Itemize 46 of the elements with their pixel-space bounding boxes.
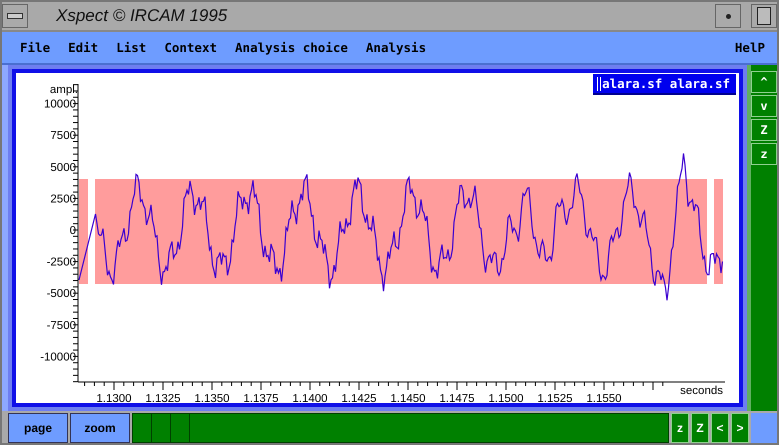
menu-item[interactable]: File bbox=[20, 40, 50, 55]
x-tick-label: 1.1475 bbox=[439, 393, 475, 403]
side-button[interactable]: v bbox=[751, 95, 777, 117]
y-tick-label: 7500 bbox=[50, 130, 76, 142]
x-tick-label: 1.1400 bbox=[292, 393, 328, 403]
text-cursor-icon bbox=[597, 76, 602, 90]
nav-button[interactable]: > bbox=[731, 413, 749, 443]
mode-button[interactable]: page bbox=[8, 413, 68, 443]
corner-panel bbox=[751, 413, 777, 443]
y-tick-label: -7500 bbox=[46, 320, 76, 332]
side-button[interactable]: ^ bbox=[751, 71, 777, 93]
file-name-field[interactable]: alara.sf alara.sf bbox=[593, 74, 736, 95]
y-tick-label: -10000 bbox=[40, 351, 76, 364]
menu-item[interactable]: Edit bbox=[68, 40, 98, 55]
side-button[interactable]: Z bbox=[751, 119, 777, 141]
maximize-button[interactable] bbox=[751, 4, 777, 28]
help-menu[interactable]: HelP bbox=[734, 40, 765, 55]
y-tick-label: 5000 bbox=[50, 162, 76, 174]
y-tick-label: 10000 bbox=[44, 98, 76, 111]
nav-button[interactable]: Z bbox=[691, 413, 709, 443]
menu-item[interactable]: List bbox=[116, 40, 146, 55]
y-axis-label: ampl. bbox=[50, 84, 78, 96]
x-axis-label: seconds bbox=[680, 385, 723, 397]
x-tick-label: 1.1375 bbox=[243, 393, 279, 403]
x-tick-label: 1.1525 bbox=[537, 393, 573, 403]
menu-item[interactable]: Analysis bbox=[366, 40, 426, 55]
scroll-bar[interactable] bbox=[132, 413, 669, 443]
menu-item[interactable]: Context bbox=[164, 40, 218, 55]
minimize-button[interactable] bbox=[715, 4, 741, 28]
x-tick-label: 1.1500 bbox=[488, 393, 524, 403]
nav-button[interactable]: z bbox=[671, 413, 689, 443]
x-tick-label: 1.1550 bbox=[586, 393, 622, 403]
y-tick-label: 2500 bbox=[50, 193, 76, 206]
window-title: Xspect © IRCAM 1995 bbox=[54, 6, 228, 26]
mode-button[interactable]: zoom bbox=[70, 413, 130, 443]
window-menu-button[interactable] bbox=[2, 4, 28, 28]
nav-button[interactable]: < bbox=[711, 413, 729, 443]
side-button[interactable]: z bbox=[751, 143, 777, 165]
y-tick-label: -2500 bbox=[46, 256, 76, 269]
x-tick-label: 1.1300 bbox=[96, 393, 132, 403]
x-tick-label: 1.1425 bbox=[341, 393, 377, 403]
menu-item[interactable]: Analysis choice bbox=[235, 40, 348, 55]
x-tick-label: 1.1450 bbox=[390, 393, 426, 403]
y-tick-label: -5000 bbox=[46, 288, 76, 300]
x-tick-label: 1.1325 bbox=[145, 393, 181, 403]
x-tick-label: 1.1350 bbox=[194, 393, 230, 403]
